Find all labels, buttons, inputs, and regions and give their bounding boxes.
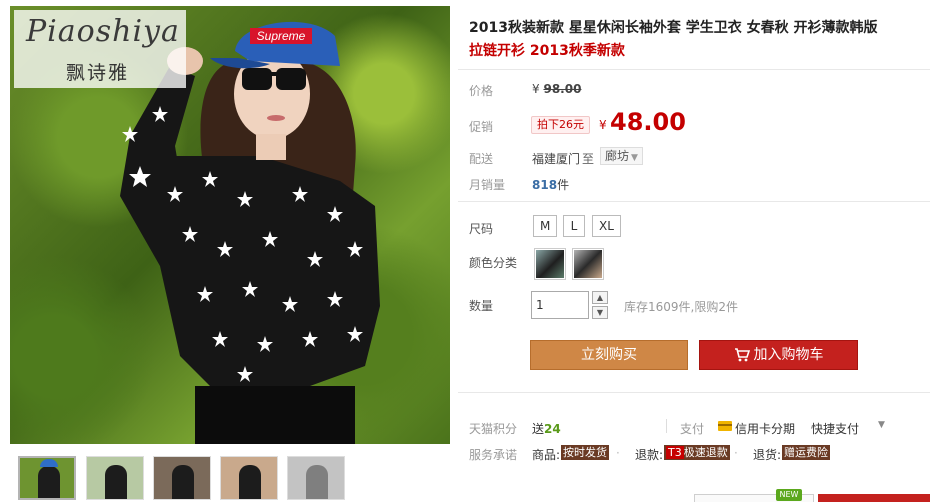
sales-unit: 件 [557,178,570,192]
quantity-label: 数量 [469,299,494,313]
swatch-image [536,250,564,278]
cart-icon [734,348,750,362]
promo-price: 48.00 [610,108,686,136]
service-tag-fast-refund[interactable]: T3 极速退款 [664,445,730,460]
new-badge: NEW [776,489,802,501]
brand-logo-script: Piaoshiya [26,14,180,49]
service-separator: · [616,446,620,460]
original-price-value: 98.00 [543,82,582,96]
size-option-xl[interactable]: XL [592,215,621,237]
t3-badge: T3 [666,446,684,459]
quantity-decrement-button[interactable]: ▼ [592,306,608,319]
ship-to-dropdown[interactable]: 廊坊 ▼ [600,147,643,165]
original-price: ¥ 98.00 [532,82,581,96]
size-option-l[interactable]: L [563,215,585,237]
price-label: 价格 [469,84,494,98]
shipping-label: 配送 [469,152,494,166]
service-tag-shipping-insurance[interactable]: 赠运费险 [782,445,830,460]
service-tag-fast-refund-label: 极速退款 [683,446,728,459]
product-subtitle: 拉链开衫 2013秋季新款 [469,43,625,59]
divider [666,419,667,433]
add-to-cart-label: 加入购物车 [753,347,824,363]
monthly-sales: 818件 [532,176,569,193]
points-prefix: 送 [532,422,545,436]
promo-currency: ¥ [599,118,607,132]
color-swatch-2[interactable] [572,248,604,280]
brand-logo: Piaoshiya 飘诗雅 [14,10,186,88]
size-label: 尺码 [469,222,494,236]
sales-label: 月销量 [469,178,506,192]
cap-logo-text: Supreme [257,29,306,43]
brand-logo-cn: 飘诗雅 [66,62,130,84]
quantity-input[interactable] [531,291,589,319]
quantity-increment-button[interactable]: ▲ [592,291,608,304]
points-value: 送24 [532,420,561,437]
credit-card-icon [718,421,732,431]
promo-tag: 拍下26元 [531,116,590,134]
bottom-red-tab[interactable] [818,494,930,502]
service-tag-on-time[interactable]: 按时发货 [561,445,609,460]
ship-from-location: 福建厦门 [532,152,581,166]
main-product-image[interactable]: Supreme Piaoshiya 飘诗雅 [10,6,450,444]
divider [458,201,930,202]
payment-label: 支付 [680,422,705,436]
points-number: 24 [544,422,561,436]
quick-pay-link[interactable]: 快捷支付 [811,420,859,437]
promo-label: 促销 [469,120,494,134]
service-label: 服务承诺 [469,448,518,462]
service-key-goods: 商品: [532,448,561,462]
color-label: 颜色分类 [469,256,518,270]
chevron-down-icon[interactable]: ▼ [878,420,885,430]
size-option-m[interactable]: M [533,215,558,237]
service-separator: · [734,446,738,460]
chevron-down-icon: ▼ [631,153,638,163]
points-label: 天猫积分 [469,422,518,436]
divider [458,392,930,393]
add-to-cart-button[interactable]: 加入购物车 [699,340,858,370]
product-title: 2013秋装新款 星星休闲长袖外套 学生卫衣 女春秋 开衫薄款韩版 [469,20,878,36]
sales-count: 818 [532,178,558,192]
buy-now-button[interactable]: 立刻购买 [530,340,688,370]
thumbnail-1[interactable] [18,456,76,500]
product-title-block: 2013秋装新款 星星休闲长袖外套 学生卫衣 女春秋 开衫薄款韩版 拉链开衫 2… [469,17,919,63]
thumbnail-3[interactable] [153,456,211,500]
thumbnail-2[interactable] [86,456,144,500]
service-key-refund: 退款: [635,448,664,462]
divider [458,69,930,70]
product-info-panel: 2013秋装新款 星星休闲长袖外套 学生卫衣 女春秋 开衫薄款韩版 拉链开衫 2… [458,0,930,502]
color-swatch-1[interactable] [534,248,566,280]
original-price-currency: ¥ [532,82,540,96]
thumbnail-4[interactable] [220,456,278,500]
ship-to-word: 至 [582,152,595,166]
thumbnail-5[interactable] [287,456,345,500]
credit-installment-link[interactable]: 信用卡分期 [735,420,795,437]
swatch-image [574,250,602,278]
stock-info: 库存1609件,限购2件 [624,300,738,314]
service-key-return: 退货: [753,448,782,462]
ship-to-value: 廊坊 [605,149,630,163]
